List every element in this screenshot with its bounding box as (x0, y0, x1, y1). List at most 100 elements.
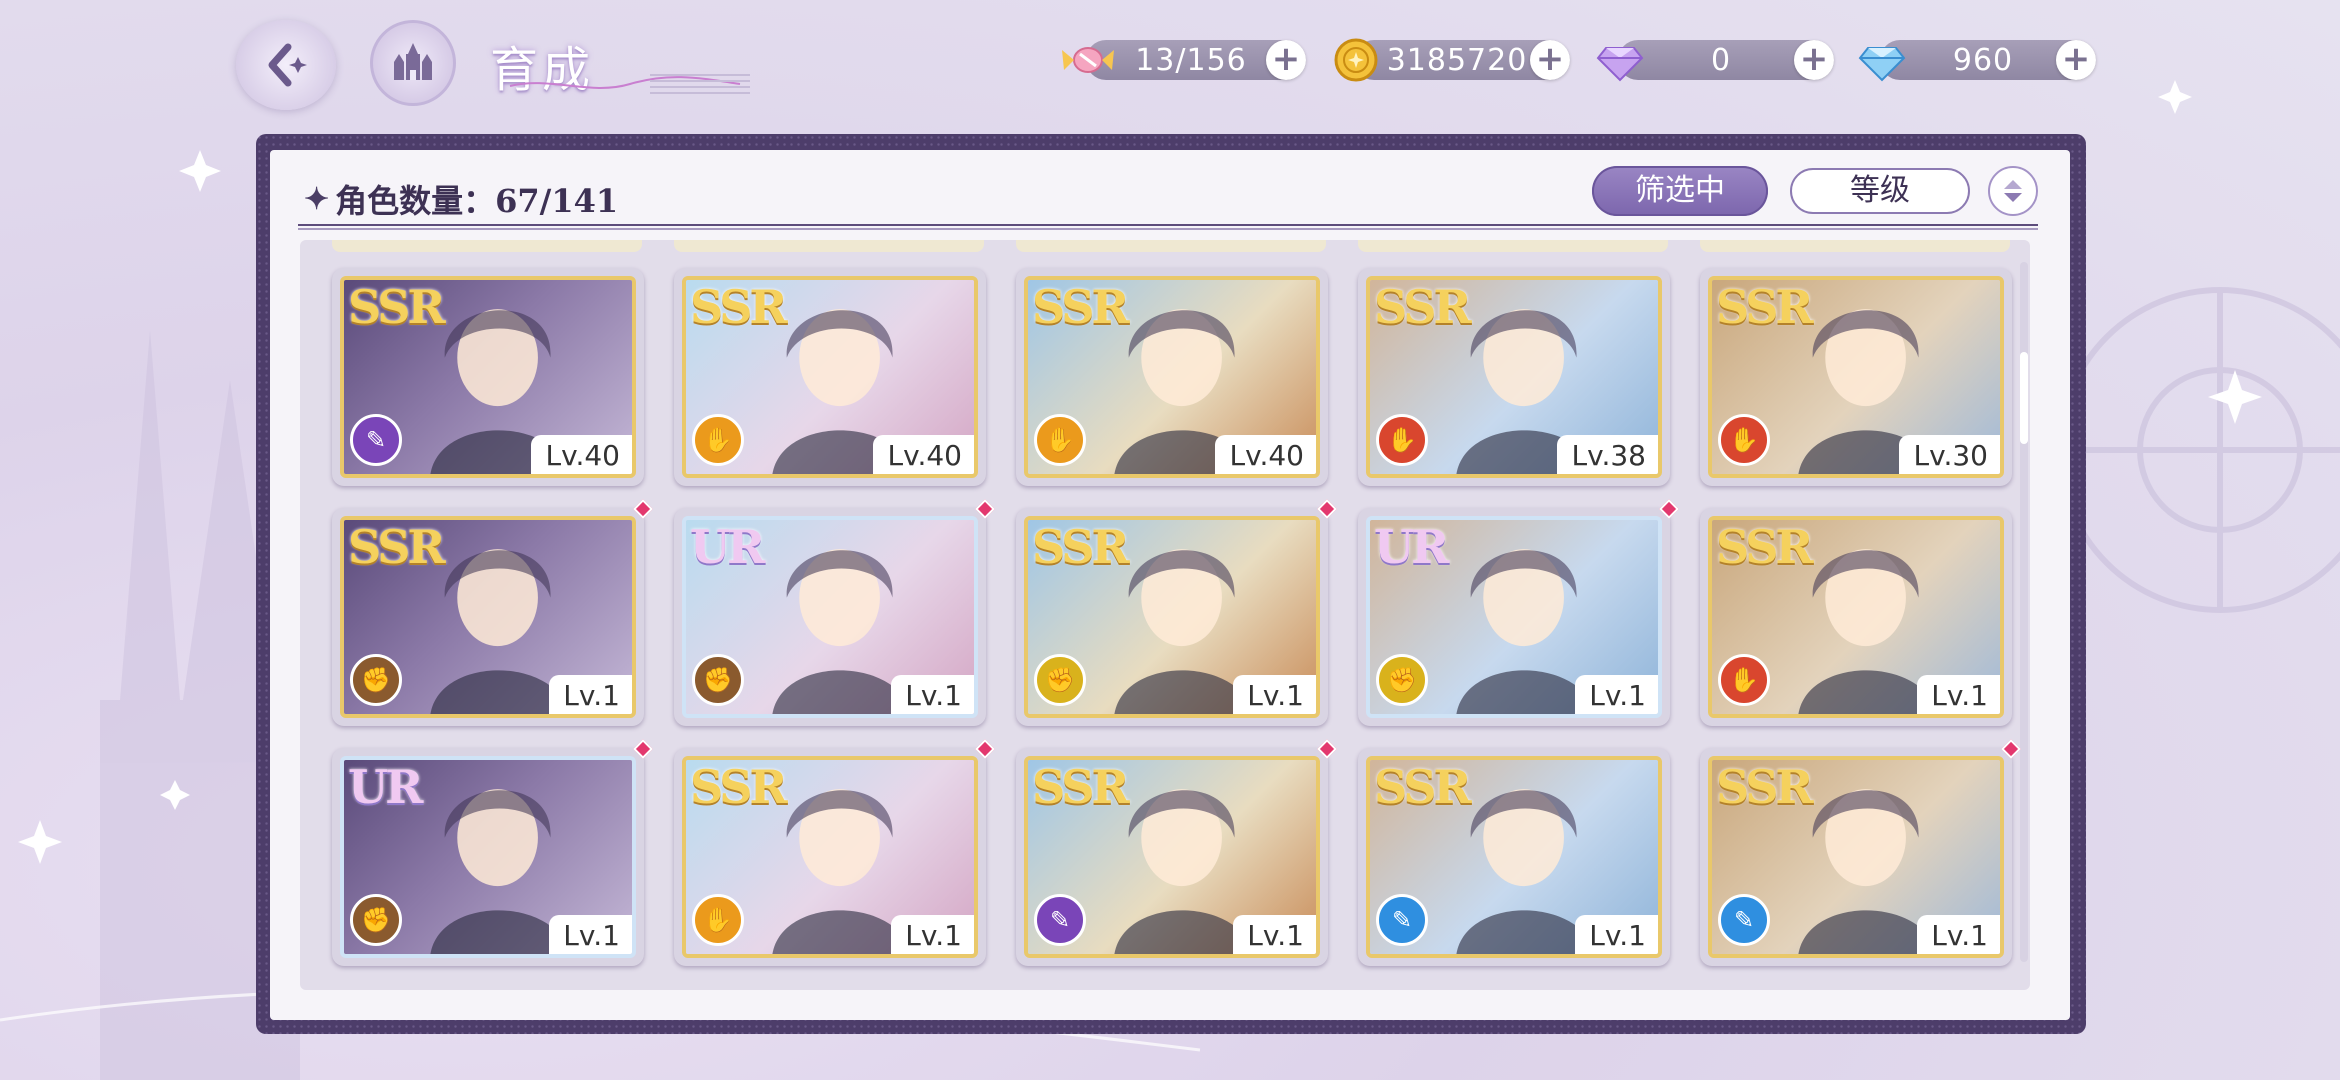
pink-gem-icon (1596, 47, 1644, 82)
rarity-label: SSR (348, 520, 446, 574)
level-label: Lv.1 (1575, 915, 1658, 954)
card-frame: SSR ✎ Lv.40 (340, 276, 636, 478)
back-button[interactable] (236, 20, 336, 110)
role-icon: ✊ (350, 894, 402, 946)
sort-order-icon (2004, 180, 2022, 202)
sparkle-icon: ✦ (304, 181, 330, 217)
character-card[interactable]: SSR ✋ Lv.40 (674, 268, 986, 486)
character-card[interactable]: SSR ✎ Lv.1 (1016, 739, 1337, 966)
header-divider (298, 224, 2038, 230)
role-icon: ✎ (350, 414, 402, 466)
character-card[interactable]: UR ✊ Lv.1 (332, 739, 653, 966)
level-label: Lv.40 (1215, 435, 1316, 474)
filter-button[interactable]: 筛选中 (1592, 166, 1768, 216)
rarity-label: SSR (1374, 760, 1472, 814)
previous-row-card (1700, 240, 2010, 252)
stamina-counter: 13/156 + (1062, 40, 1306, 80)
role-icon: ✊ (1376, 654, 1428, 706)
rarity-label: UR (1374, 520, 1449, 574)
add-diamond-button[interactable]: + (2056, 40, 2096, 80)
character-card[interactable]: SSR ✋ Lv.40 (1016, 268, 1328, 486)
rarity-label: SSR (1716, 520, 1814, 574)
card-frame: UR ✊ Lv.1 (1366, 516, 1662, 718)
role-icon: ✋ (1718, 654, 1770, 706)
character-card[interactable]: SSR ✎ Lv.40 (332, 268, 644, 486)
level-label: Lv.38 (1557, 435, 1658, 474)
character-count: ✦ 角色数量：67/141 (304, 176, 618, 222)
card-frame: SSR ✋ Lv.1 (682, 756, 978, 958)
scrollbar-thumb[interactable] (2020, 352, 2028, 444)
rarity-label: SSR (690, 760, 788, 814)
pink-gem-counter: 0 + (1596, 40, 1834, 82)
rarity-label: SSR (348, 280, 446, 334)
role-icon: ✎ (1034, 894, 1086, 946)
character-card[interactable]: SSR ✋ Lv.38 (1358, 268, 1670, 486)
level-label: Lv.30 (1899, 435, 2000, 474)
character-card[interactable]: SSR ✎ Lv.1 (1700, 739, 2021, 966)
level-label: Lv.1 (1233, 675, 1316, 714)
level-label: Lv.1 (1233, 915, 1316, 954)
rarity-label: SSR (1032, 760, 1130, 814)
rarity-label: UR (690, 520, 765, 574)
sort-order-button[interactable] (1988, 166, 2038, 216)
title-ornament (509, 74, 750, 94)
card-frame: SSR ✋ Lv.1 (1708, 516, 2004, 718)
add-stamina-button[interactable]: + (1266, 40, 1306, 80)
character-card[interactable]: SSR ✊ Lv.1 (1016, 499, 1337, 726)
previous-row-card (332, 240, 642, 252)
diamond-counter: 960 + (1858, 40, 2096, 82)
character-count-text: 角色数量：67/141 (335, 182, 619, 220)
add-gold-button[interactable]: + (1530, 40, 1570, 80)
role-icon: ✊ (1034, 654, 1086, 706)
level-label: Lv.1 (1917, 675, 2000, 714)
role-icon: ✋ (1376, 414, 1428, 466)
back-arrow-icon (268, 43, 307, 87)
card-frame: UR ✊ Lv.1 (682, 516, 978, 718)
previous-row-card (674, 240, 984, 252)
gold-counter: 3185720 + (1334, 38, 1570, 82)
previous-row-card (1016, 240, 1326, 252)
role-icon: ✎ (1376, 894, 1428, 946)
level-label: Lv.40 (873, 435, 974, 474)
character-card[interactable]: SSR ✊ Lv.1 (332, 499, 653, 726)
card-frame: SSR ✋ Lv.40 (1024, 276, 1320, 478)
blue-diamond-icon (1858, 47, 1906, 82)
previous-row-card (1358, 240, 1668, 252)
rarity-label: SSR (1716, 280, 1814, 334)
rarity-label: SSR (1716, 760, 1814, 814)
card-frame: SSR ✎ Lv.1 (1366, 756, 1662, 958)
role-icon: ✋ (1718, 414, 1770, 466)
character-card[interactable]: UR ✊ Lv.1 (1358, 499, 1679, 726)
card-frame: SSR ✊ Lv.1 (340, 516, 636, 718)
level-label: Lv.1 (549, 915, 632, 954)
role-icon: ✋ (1034, 414, 1086, 466)
level-label: Lv.1 (891, 675, 974, 714)
role-icon: ✋ (692, 894, 744, 946)
role-icon: ✎ (1718, 894, 1770, 946)
card-frame: SSR ✋ Lv.38 (1366, 276, 1662, 478)
candy-icon (1062, 47, 1114, 73)
role-icon: ✊ (350, 654, 402, 706)
character-card[interactable]: SSR ✋ Lv.1 (674, 739, 995, 966)
role-icon: ✋ (692, 414, 744, 466)
card-frame: SSR ✊ Lv.1 (1024, 516, 1320, 718)
level-label: Lv.1 (891, 915, 974, 954)
level-label: Lv.40 (531, 435, 632, 474)
card-frame: SSR ✎ Lv.1 (1708, 756, 2004, 958)
home-button[interactable] (370, 20, 456, 106)
rarity-label: SSR (1032, 280, 1130, 334)
character-card[interactable]: SSR ✎ Lv.1 (1358, 748, 1670, 966)
character-card[interactable]: UR ✊ Lv.1 (674, 499, 995, 726)
character-card[interactable]: SSR ✋ Lv.30 (1700, 268, 2012, 486)
sort-button[interactable]: 等级 (1790, 168, 1970, 214)
gold-coin-icon (1334, 38, 1378, 82)
card-frame: SSR ✋ Lv.30 (1708, 276, 2004, 478)
role-icon: ✊ (692, 654, 744, 706)
character-card[interactable]: SSR ✋ Lv.1 (1700, 508, 2012, 726)
castle-icon (394, 43, 432, 80)
add-pink-gem-button[interactable]: + (1794, 40, 1834, 80)
level-label: Lv.1 (1575, 675, 1658, 714)
rarity-label: SSR (1374, 280, 1472, 334)
card-frame: SSR ✎ Lv.1 (1024, 756, 1320, 958)
card-frame: UR ✊ Lv.1 (340, 756, 636, 958)
